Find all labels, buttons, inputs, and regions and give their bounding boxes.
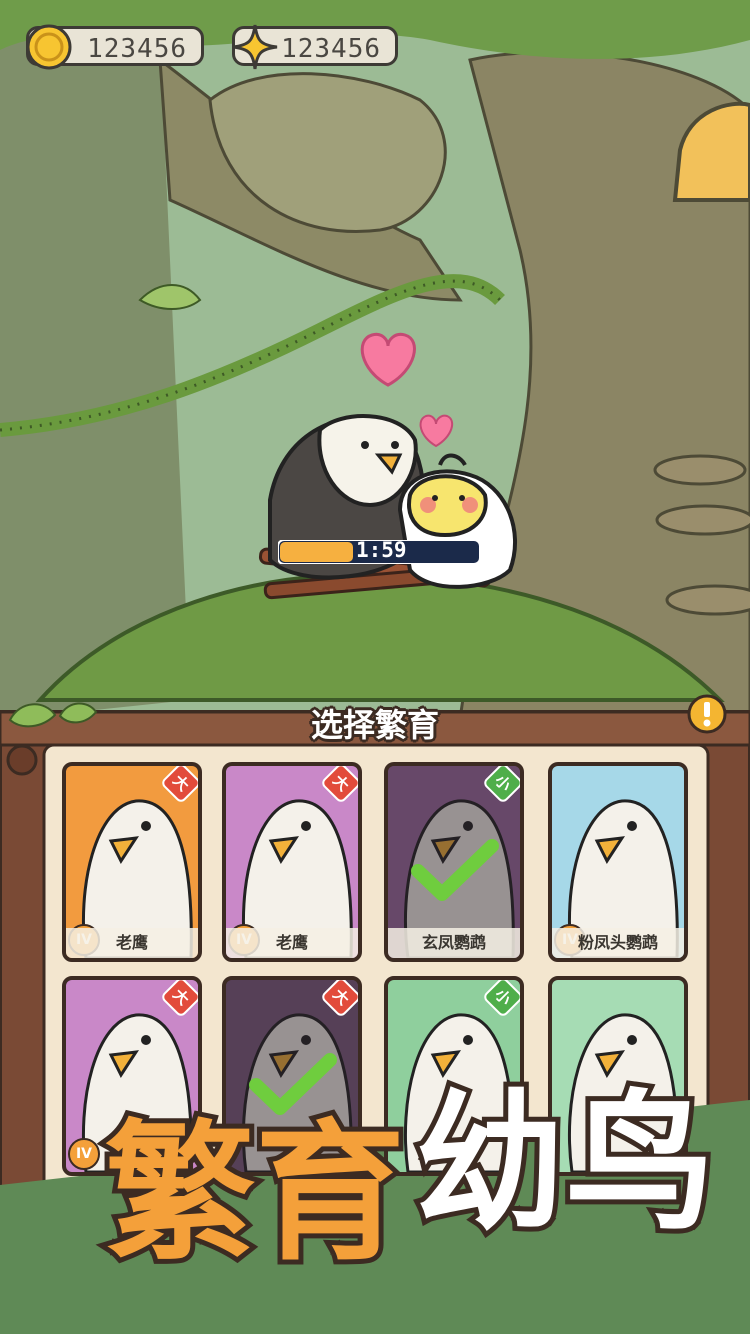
gem-counter: 123456 (232, 24, 398, 70)
gem-amount: 123456 (281, 34, 381, 64)
bird-card[interactable]: 大IV老鹰 (62, 762, 202, 962)
headline-banner: 繁育 幼鸟 (100, 1072, 720, 1286)
bird-card[interactable]: 大IV老鹰 (222, 762, 362, 962)
exclamation-icon (704, 702, 710, 717)
coin-amount: 123456 (87, 34, 187, 64)
bird-card[interactable]: IV粉凤头鹦鹉 (548, 762, 688, 962)
sparkle-icon (232, 24, 278, 70)
bird-name-label: 玄凤鹦鹉 (388, 928, 520, 958)
bird-name-label: 老鹰 (66, 928, 198, 958)
headline-part1: 繁育 (105, 1107, 405, 1281)
coin-icon (26, 24, 72, 70)
panel-title: 选择繁育 (310, 706, 439, 744)
bird-name-label: 粉凤头鹦鹉 (552, 928, 684, 958)
breeding-progress-fill (280, 542, 353, 562)
checkmark-icon (411, 839, 499, 901)
headline-part2: 幼鸟 (415, 1077, 715, 1251)
breeding-timer: 1:59 (356, 538, 407, 562)
bird-name-label: 老鹰 (226, 928, 358, 958)
bird-card[interactable]: 小玄凤鹦鹉 (384, 762, 524, 962)
coin-counter: 123456 (26, 24, 204, 70)
info-button[interactable] (686, 693, 728, 735)
